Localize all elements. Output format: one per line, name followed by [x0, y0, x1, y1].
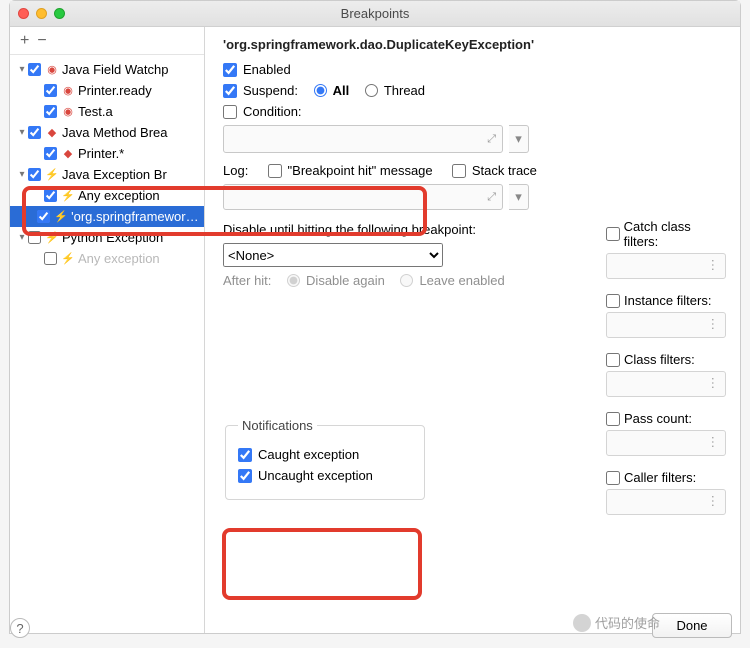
breakpoint-checkbox[interactable] [37, 210, 50, 223]
sidebar-toolbar: + − [10, 27, 204, 55]
leave-enabled-radio[interactable]: Leave enabled [400, 273, 504, 288]
breakpoints-window: Breakpoints + − ▾◉Java Field Watchp◉Prin… [9, 0, 741, 634]
exception-breakpoint-icon: ⚡ [61, 189, 75, 202]
breakpoint-checkbox[interactable] [28, 231, 41, 244]
condition-checkbox[interactable]: Condition: [223, 104, 302, 119]
tree-label: Any exception [78, 251, 160, 266]
disable-until-select[interactable]: <None> [223, 243, 443, 267]
suspend-all-radio[interactable]: All [314, 83, 350, 98]
breakpoint-checkbox[interactable] [28, 168, 41, 181]
log-label: Log: [223, 163, 248, 178]
tree-label: 'org.springframework.dao.DuplicateKeyExc… [71, 209, 200, 224]
catch-filters-input[interactable] [606, 253, 726, 279]
sidebar: + − ▾◉Java Field Watchp◉Printer.ready◉Te… [10, 27, 205, 633]
filters-column: Catch class filters: Instance filters: C… [606, 219, 726, 529]
tree-label: Java Exception Br [62, 167, 167, 182]
suspend-checkbox[interactable]: Suspend: [223, 83, 298, 98]
watchpoint-icon: ◉ [61, 84, 75, 97]
instance-filters-checkbox[interactable] [606, 294, 620, 308]
caller-filters-input[interactable] [606, 489, 726, 515]
tree-label: Python Exception [62, 230, 163, 245]
tree-label: Test.a [78, 104, 113, 119]
breakpoint-checkbox[interactable] [28, 63, 41, 76]
after-hit-label: After hit: [223, 273, 271, 288]
enabled-checkbox[interactable]: Enabled [223, 62, 291, 77]
tree-label: Java Method Brea [62, 125, 168, 140]
log-hit-checkbox[interactable]: "Breakpoint hit" message [268, 163, 433, 178]
breakpoint-checkbox[interactable] [44, 189, 57, 202]
tree-label: Printer.ready [78, 83, 152, 98]
instance-filters-input[interactable] [606, 312, 726, 338]
remove-breakpoint-button[interactable]: − [37, 32, 46, 50]
breakpoint-checkbox[interactable] [44, 84, 57, 97]
exception-breakpoint-icon: ⚡ [54, 210, 68, 223]
disclosure-arrow-icon[interactable]: ▾ [16, 64, 28, 75]
log-expression-input[interactable]: ⤢ [223, 184, 503, 210]
method-breakpoint-icon: ◆ [45, 126, 59, 139]
tree-label: Any exception [78, 188, 160, 203]
add-breakpoint-button[interactable]: + [20, 32, 29, 50]
tree-row[interactable]: ⚡Any exception [10, 185, 204, 206]
disclosure-arrow-icon[interactable]: ▾ [16, 127, 28, 138]
tree-row[interactable]: ◉Printer.ready [10, 80, 204, 101]
expand-icon: ⤢ [487, 133, 496, 146]
breakpoint-checkbox[interactable] [44, 105, 57, 118]
method-breakpoint-icon: ◆ [61, 147, 75, 160]
log-expression-history-button[interactable]: ▾ [509, 184, 529, 210]
notifications-fieldset: Notifications Caught exception Uncaught … [225, 418, 425, 500]
breakpoint-tree[interactable]: ▾◉Java Field Watchp◉Printer.ready◉Test.a… [10, 55, 204, 633]
disable-again-radio[interactable]: Disable again [287, 273, 385, 288]
window-title: Breakpoints [10, 6, 740, 21]
condition-history-button[interactable]: ▾ [509, 125, 529, 153]
disclosure-arrow-icon[interactable]: ▾ [16, 232, 28, 243]
caught-exception-checkbox[interactable]: Caught exception [238, 447, 359, 462]
condition-input[interactable]: ⤢ [223, 125, 503, 153]
tree-label: Java Field Watchp [62, 62, 168, 77]
exception-breakpoint-icon: ⚡ [45, 168, 59, 181]
titlebar: Breakpoints [10, 1, 740, 27]
help-button[interactable]: ? [10, 618, 30, 638]
tree-row[interactable]: ▾ ⚡Java Exception Br [10, 164, 204, 185]
notifications-legend: Notifications [238, 418, 317, 433]
uncaught-exception-checkbox[interactable]: Uncaught exception [238, 468, 373, 483]
detail-panel: 'org.springframework.dao.DuplicateKeyExc… [205, 27, 740, 633]
stack-trace-checkbox[interactable]: Stack trace [452, 163, 537, 178]
tree-label: Printer.* [78, 146, 124, 161]
suspend-thread-radio[interactable]: Thread [365, 83, 425, 98]
breakpoint-checkbox[interactable] [44, 147, 57, 160]
pass-count-input[interactable] [606, 430, 726, 456]
tree-row[interactable]: ◆Printer.* [10, 143, 204, 164]
watchpoint-icon: ◉ [61, 105, 75, 118]
class-filters-checkbox[interactable] [606, 353, 620, 367]
body: + − ▾◉Java Field Watchp◉Printer.ready◉Te… [10, 27, 740, 633]
tree-row[interactable]: ▾ ◉Java Field Watchp [10, 59, 204, 80]
breakpoint-checkbox[interactable] [28, 126, 41, 139]
tree-row[interactable]: ▾ ⚡Python Exception [10, 227, 204, 248]
pass-count-checkbox[interactable] [606, 412, 620, 426]
caller-filters-checkbox[interactable] [606, 471, 620, 485]
tree-row[interactable]: ⚡Any exception [10, 248, 204, 269]
exception-breakpoint-icon: ⚡ [61, 252, 75, 265]
tree-row[interactable]: ▾ ◆Java Method Brea [10, 122, 204, 143]
class-filters-input[interactable] [606, 371, 726, 397]
exception-breakpoint-icon: ⚡ [45, 231, 59, 244]
breakpoint-header: 'org.springframework.dao.DuplicateKeyExc… [223, 37, 726, 52]
breakpoint-checkbox[interactable] [44, 252, 57, 265]
disclosure-arrow-icon[interactable]: ▾ [16, 169, 28, 180]
watchpoint-icon: ◉ [45, 63, 59, 76]
catch-filters-checkbox[interactable] [606, 227, 620, 241]
expand-icon: ⤢ [487, 191, 496, 204]
tree-row[interactable]: ⚡'org.springframework.dao.DuplicateKeyEx… [10, 206, 204, 227]
tree-row[interactable]: ◉Test.a [10, 101, 204, 122]
done-button[interactable]: Done [652, 613, 732, 638]
